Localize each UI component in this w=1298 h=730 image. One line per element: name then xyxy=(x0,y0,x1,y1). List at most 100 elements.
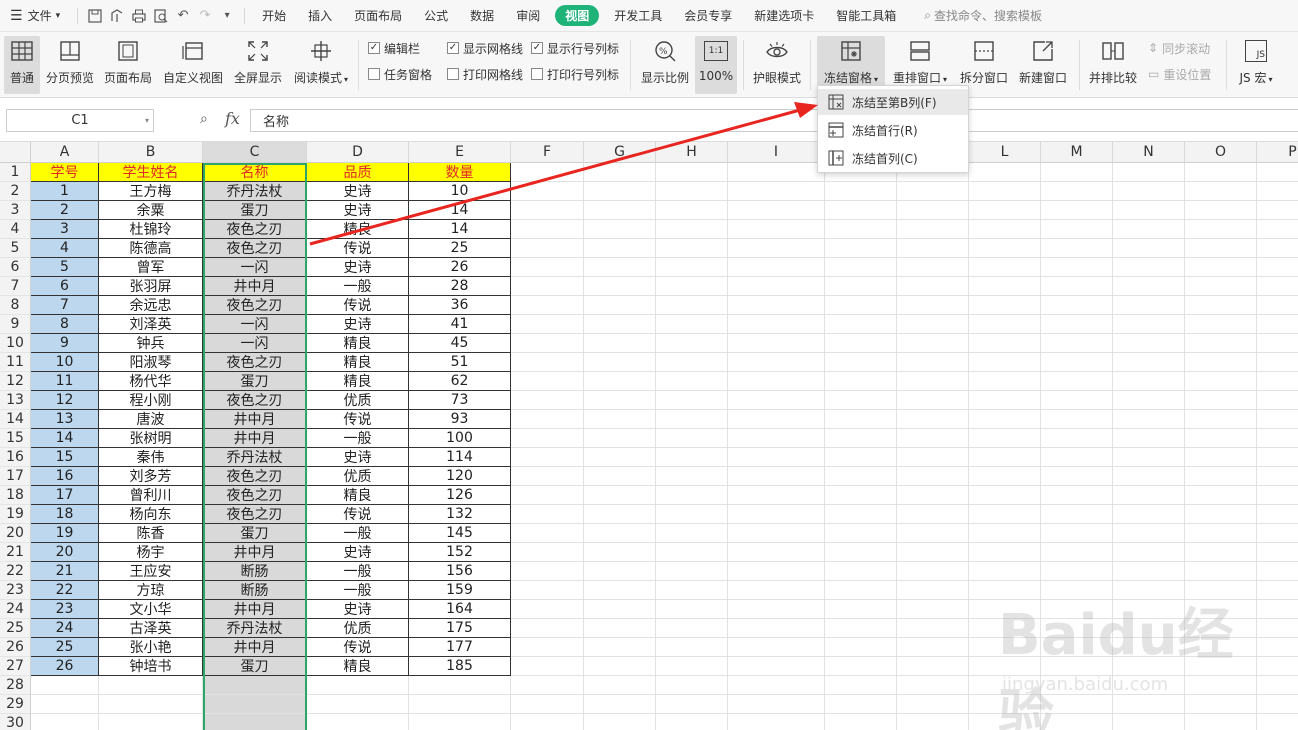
empty-cell[interactable] xyxy=(584,334,656,353)
table-cell[interactable]: 钟兵 xyxy=(99,334,203,353)
empty-cell[interactable] xyxy=(31,714,99,730)
eye-protection-button[interactable]: 护眼模式 xyxy=(750,36,804,94)
empty-cell[interactable] xyxy=(1185,486,1257,505)
empty-cell[interactable] xyxy=(825,543,897,562)
empty-cell[interactable] xyxy=(969,353,1041,372)
table-cell[interactable]: 一般 xyxy=(307,581,409,600)
empty-cell[interactable] xyxy=(409,676,511,695)
name-box[interactable]: C1 ▾ xyxy=(6,109,154,132)
table-cell[interactable]: 夜色之刃 xyxy=(203,239,307,258)
empty-cell[interactable] xyxy=(584,562,656,581)
empty-cell[interactable] xyxy=(511,353,584,372)
column-header-h[interactable]: H xyxy=(656,142,728,163)
empty-cell[interactable] xyxy=(825,220,897,239)
row-header[interactable]: 4 xyxy=(0,220,31,239)
empty-cell[interactable] xyxy=(1185,372,1257,391)
empty-cell[interactable] xyxy=(897,315,969,334)
empty-cell[interactable] xyxy=(728,277,825,296)
empty-cell[interactable] xyxy=(728,714,825,730)
empty-cell[interactable] xyxy=(728,410,825,429)
empty-cell[interactable] xyxy=(511,581,584,600)
empty-cell[interactable] xyxy=(511,201,584,220)
empty-cell[interactable] xyxy=(511,391,584,410)
empty-cell[interactable] xyxy=(1257,524,1298,543)
table-cell[interactable]: 164 xyxy=(409,600,511,619)
empty-cell[interactable] xyxy=(511,600,584,619)
tab-view[interactable]: 视图 xyxy=(555,5,600,26)
table-cell[interactable]: 10 xyxy=(31,353,99,372)
tab-insert[interactable]: 插入 xyxy=(297,0,343,32)
table-cell[interactable]: 100 xyxy=(409,429,511,448)
table-cell[interactable]: 12 xyxy=(31,391,99,410)
empty-cell[interactable] xyxy=(897,182,969,201)
empty-cell[interactable] xyxy=(728,372,825,391)
table-cell[interactable]: 王应安 xyxy=(99,562,203,581)
table-cell[interactable]: 井中月 xyxy=(203,638,307,657)
table-cell[interactable]: 井中月 xyxy=(203,429,307,448)
empty-cell[interactable] xyxy=(1185,562,1257,581)
row-header[interactable]: 13 xyxy=(0,391,31,410)
full-screen-button[interactable]: 全屏显示 xyxy=(231,36,285,94)
table-cell[interactable]: 张小艳 xyxy=(99,638,203,657)
empty-cell[interactable] xyxy=(656,505,728,524)
empty-cell[interactable] xyxy=(1113,543,1185,562)
empty-cell[interactable] xyxy=(1257,562,1298,581)
empty-cell[interactable] xyxy=(728,486,825,505)
table-cell[interactable]: 夜色之刃 xyxy=(203,505,307,524)
row-header[interactable]: 14 xyxy=(0,410,31,429)
table-cell[interactable]: 25 xyxy=(31,638,99,657)
table-cell[interactable]: 5 xyxy=(31,258,99,277)
empty-cell[interactable] xyxy=(584,448,656,467)
table-cell[interactable]: 乔丹法杖 xyxy=(203,448,307,467)
table-cell[interactable]: 62 xyxy=(409,372,511,391)
table-cell[interactable]: 杨宇 xyxy=(99,543,203,562)
empty-cell[interactable] xyxy=(728,467,825,486)
print-gridlines-checkbox[interactable]: 打印网格线 xyxy=(447,65,523,83)
empty-cell[interactable] xyxy=(511,296,584,315)
empty-cell[interactable] xyxy=(584,600,656,619)
row-header[interactable]: 30 xyxy=(0,714,31,730)
empty-cell[interactable] xyxy=(969,334,1041,353)
empty-cell[interactable] xyxy=(584,391,656,410)
empty-cell[interactable] xyxy=(825,410,897,429)
empty-cell[interactable] xyxy=(1185,410,1257,429)
empty-cell[interactable] xyxy=(1041,372,1113,391)
row-header[interactable]: 24 xyxy=(0,600,31,619)
row-header[interactable]: 6 xyxy=(0,258,31,277)
empty-cell[interactable] xyxy=(656,429,728,448)
empty-cell[interactable] xyxy=(584,486,656,505)
empty-cell[interactable] xyxy=(1113,448,1185,467)
column-header-e[interactable]: E xyxy=(409,142,511,163)
empty-cell[interactable] xyxy=(728,562,825,581)
empty-cell[interactable] xyxy=(825,600,897,619)
tab-review[interactable]: 审阅 xyxy=(505,0,551,32)
empty-cell[interactable] xyxy=(1041,524,1113,543)
empty-cell[interactable] xyxy=(897,486,969,505)
empty-cell[interactable] xyxy=(584,543,656,562)
empty-cell[interactable] xyxy=(656,467,728,486)
table-cell[interactable]: 刘多芳 xyxy=(99,467,203,486)
empty-cell[interactable] xyxy=(1257,505,1298,524)
tab-data[interactable]: 数据 xyxy=(459,0,505,32)
table-header-cell[interactable]: 名称 xyxy=(203,163,307,182)
table-cell[interactable]: 一闪 xyxy=(203,258,307,277)
empty-cell[interactable] xyxy=(728,524,825,543)
tab-formulas[interactable]: 公式 xyxy=(413,0,459,32)
row-header[interactable]: 8 xyxy=(0,296,31,315)
empty-cell[interactable] xyxy=(1041,163,1113,182)
empty-cell[interactable] xyxy=(825,429,897,448)
sync-scroll-button[interactable]: ⇕ 同步滚动 xyxy=(1148,39,1210,57)
table-cell[interactable]: 175 xyxy=(409,619,511,638)
empty-cell[interactable] xyxy=(584,467,656,486)
empty-cell[interactable] xyxy=(1041,391,1113,410)
empty-cell[interactable] xyxy=(969,315,1041,334)
empty-cell[interactable] xyxy=(1113,258,1185,277)
empty-cell[interactable] xyxy=(1185,543,1257,562)
row-header[interactable]: 23 xyxy=(0,581,31,600)
tab-smart-toolbox[interactable]: 智能工具箱 xyxy=(825,0,907,32)
table-cell[interactable]: 132 xyxy=(409,505,511,524)
empty-cell[interactable] xyxy=(1113,334,1185,353)
empty-cell[interactable] xyxy=(825,676,897,695)
empty-cell[interactable] xyxy=(728,619,825,638)
table-cell[interactable]: 14 xyxy=(31,429,99,448)
